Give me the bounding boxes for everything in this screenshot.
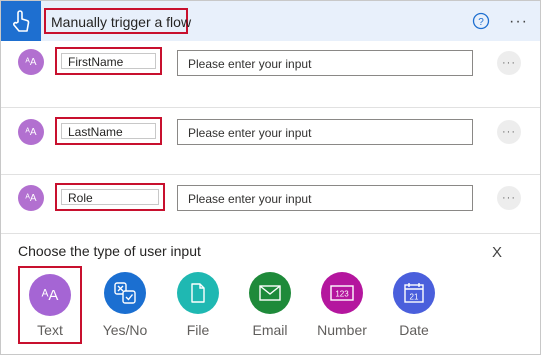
number-icon: 123 [321, 272, 363, 314]
type-option-label: Email [252, 322, 288, 338]
input-name-field[interactable]: LastName [55, 117, 162, 145]
text-type-icon: ᴬA [18, 49, 44, 75]
type-option-label: Number [317, 322, 367, 338]
yes-no-icon [104, 272, 146, 314]
more-options-icon[interactable]: ··· [509, 13, 528, 31]
trigger-header[interactable]: Manually trigger a flow ? ··· [1, 1, 540, 41]
touch-icon [1, 1, 41, 41]
calendar-icon: 21 [393, 272, 435, 314]
type-option-label: Yes/No [102, 322, 148, 338]
type-option-label: File [186, 322, 210, 338]
type-option-yes-no[interactable]: Yes/No [89, 272, 161, 342]
close-icon[interactable]: X [492, 244, 502, 261]
flow-title[interactable]: Manually trigger a flow [44, 8, 191, 34]
svg-text:?: ? [478, 17, 484, 28]
input-row-role: ᴬA Role Please enter your input ··· [1, 174, 540, 241]
input-row-firstname: ᴬA FirstName Please enter your input ··· [1, 41, 540, 107]
input-row-lastname: ᴬA LastName Please enter your input ··· [1, 107, 540, 174]
input-value-field[interactable]: Please enter your input [177, 185, 473, 211]
type-option-file[interactable]: File [162, 272, 234, 342]
row-more-button[interactable]: ··· [497, 186, 521, 210]
input-name-field[interactable]: FirstName [55, 47, 162, 75]
file-icon [177, 272, 219, 314]
input-value-field[interactable]: Please enter your input [177, 119, 473, 145]
text-type-icon: ᴬA [18, 119, 44, 145]
input-value-field[interactable]: Please enter your input [177, 50, 473, 76]
type-option-number[interactable]: 123 Number [306, 272, 378, 342]
type-option-email[interactable]: Email [234, 272, 306, 342]
trigger-card: Manually trigger a flow ? ··· ᴬA FirstNa… [0, 0, 541, 355]
row-more-button[interactable]: ··· [497, 120, 521, 144]
text-icon: ᴬA [29, 274, 71, 316]
text-type-icon: ᴬA [18, 185, 44, 211]
help-circle-icon[interactable]: ? [472, 12, 490, 30]
svg-text:123: 123 [335, 290, 349, 299]
svg-text:21: 21 [410, 293, 419, 302]
row-more-button[interactable]: ··· [497, 51, 521, 75]
type-option-date[interactable]: 21 Date [378, 272, 450, 342]
type-option-label: Date [399, 322, 429, 338]
chooser-title: Choose the type of user input [18, 243, 201, 259]
divider [1, 233, 540, 234]
email-icon [249, 272, 291, 314]
type-option-label: Text [37, 322, 63, 338]
type-option-text[interactable]: ᴬA Text [18, 266, 82, 344]
input-name-field[interactable]: Role [55, 183, 165, 211]
